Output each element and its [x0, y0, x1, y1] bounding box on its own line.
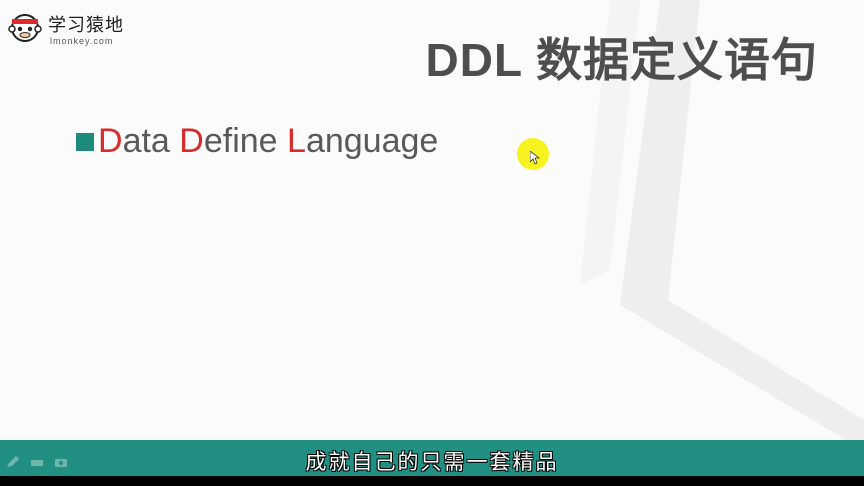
slide-title: DDL 数据定义语句 [425, 34, 818, 86]
logo-title: 学习猿地 [48, 15, 124, 35]
bullet-text: Data Define Language [98, 122, 438, 161]
bottom-black-strip [0, 476, 864, 486]
bullet-initial-l: L [287, 122, 306, 160]
bullet-word-rest-2: efine [203, 122, 288, 160]
bullet-square-icon [76, 132, 94, 151]
bullet-word-rest-1: ata [122, 122, 180, 160]
bullet-initial-d1: D [98, 122, 123, 160]
presentation-slide: 学习猿地 lmonkey.com DDL 数据定义语句 Data Define … [0, 0, 864, 440]
cursor-arrow-icon [530, 151, 540, 165]
video-frame: 学习猿地 lmonkey.com DDL 数据定义语句 Data Define … [0, 0, 864, 486]
bottom-caption-bar: 成就自己的只需一套精品 [0, 440, 864, 476]
monkey-mascot-icon [8, 14, 42, 42]
bullet-item: Data Define Language [76, 122, 438, 161]
logo-subtitle: lmonkey.com [50, 36, 114, 46]
brand-logo: 学习猿地 lmonkey.com [6, 6, 134, 50]
bullet-initial-d2: D [179, 122, 204, 160]
bullet-word-rest-3: anguage [305, 122, 439, 160]
video-subtitle: 成就自己的只需一套精品 [305, 451, 559, 474]
